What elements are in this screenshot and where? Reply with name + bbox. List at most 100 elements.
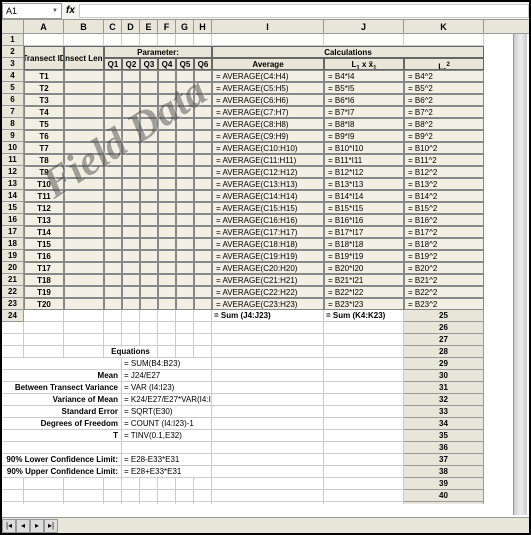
q-cell[interactable] [122,214,140,226]
fx-icon[interactable]: fx [66,5,75,16]
tab-last-icon[interactable]: ▸| [44,519,58,533]
cell[interactable] [212,442,324,454]
cell[interactable] [158,322,176,334]
q-cell[interactable] [158,154,176,166]
chevron-down-icon[interactable]: ▼ [52,8,58,14]
q-cell[interactable] [158,142,176,154]
l2-formula[interactable]: = B18^2 [404,238,484,250]
avg-formula[interactable]: = AVERAGE(C16:H16) [212,214,324,226]
horizontal-scrollbar[interactable] [62,519,513,531]
tab-prev-icon[interactable]: ◂ [16,519,30,533]
cell[interactable] [212,382,324,394]
cell[interactable] [324,358,404,370]
l2-formula[interactable]: = B16^2 [404,214,484,226]
cell[interactable] [64,502,104,504]
q-cell[interactable] [140,142,158,154]
col-head-e[interactable]: E [140,20,158,33]
q-cell[interactable] [122,190,140,202]
q-cell[interactable] [104,298,122,310]
row-head-40[interactable]: 40 [404,490,484,502]
q-cell[interactable] [104,82,122,94]
q-cell[interactable] [158,178,176,190]
cell[interactable] [194,334,212,346]
row-head-14[interactable]: 14 [2,190,24,202]
cell[interactable] [2,490,24,502]
cell[interactable] [140,502,158,504]
row-head-27[interactable]: 27 [404,334,484,346]
l2-formula[interactable]: = B17^2 [404,226,484,238]
l2-formula[interactable]: = B9^2 [404,130,484,142]
q-cell[interactable] [194,82,212,94]
cell[interactable] [122,502,140,504]
q-cell[interactable] [194,130,212,142]
transect-length[interactable] [64,166,104,178]
q-cell[interactable] [122,178,140,190]
lx-formula[interactable]: = B23*I23 [324,298,404,310]
q-cell[interactable] [140,94,158,106]
sheet-area[interactable]: Field Data 12Transect IDTransect LengthP… [2,34,529,504]
row-head-19[interactable]: 19 [2,250,24,262]
cell[interactable] [176,478,194,490]
lx-formula[interactable]: = B16*I16 [324,214,404,226]
q-cell[interactable] [194,70,212,82]
row-head-35[interactable]: 35 [404,430,484,442]
transect-id[interactable]: T13 [24,214,64,226]
cell[interactable] [324,322,404,334]
row-head-18[interactable]: 18 [2,238,24,250]
lx-formula[interactable]: = B7*I7 [324,106,404,118]
cell[interactable] [324,406,404,418]
cell[interactable] [212,454,324,466]
q-cell[interactable] [140,262,158,274]
q-cell[interactable] [140,130,158,142]
q-cell[interactable] [194,94,212,106]
q-cell[interactable] [176,250,194,262]
q-cell[interactable] [194,226,212,238]
q-cell[interactable] [104,190,122,202]
avg-formula[interactable]: = AVERAGE(C5:H5) [212,82,324,94]
q-cell[interactable] [176,178,194,190]
q-cell[interactable] [140,70,158,82]
q-cell[interactable] [104,130,122,142]
transect-length[interactable] [64,214,104,226]
transect-length[interactable] [64,238,104,250]
row-head-36[interactable]: 36 [404,442,484,454]
sum-j[interactable]: = Sum (J4:J23) [212,310,324,322]
transect-id[interactable]: T14 [24,226,64,238]
q-cell[interactable] [122,274,140,286]
lx-formula[interactable]: = B8*I8 [324,118,404,130]
lx-formula[interactable]: = B9*I9 [324,130,404,142]
cell[interactable] [158,310,176,322]
col-head-b[interactable]: B [64,20,104,33]
q-cell[interactable] [104,142,122,154]
l2-formula[interactable]: = B10^2 [404,142,484,154]
l2-formula[interactable]: = B14^2 [404,190,484,202]
q-cell[interactable] [176,130,194,142]
q-cell[interactable] [176,274,194,286]
cell[interactable] [324,442,404,454]
avg-formula[interactable]: = AVERAGE(C4:H4) [212,70,324,82]
tab-first-icon[interactable]: |◂ [2,519,16,533]
cell[interactable] [122,34,140,46]
l2-formula[interactable]: = B12^2 [404,166,484,178]
cell[interactable] [2,322,24,334]
lx-formula[interactable]: = B21*I21 [324,274,404,286]
transect-id[interactable]: T11 [24,190,64,202]
cell[interactable] [64,322,104,334]
q-cell[interactable] [122,166,140,178]
avg-formula[interactable]: = AVERAGE(C7:H7) [212,106,324,118]
q-cell[interactable] [194,286,212,298]
cell[interactable] [176,346,194,358]
cell[interactable] [2,502,24,504]
eq-formula[interactable]: = E28+E33*E31 [122,466,212,478]
cell[interactable] [212,370,324,382]
avg-formula[interactable]: = AVERAGE(C10:H10) [212,142,324,154]
cell[interactable] [212,502,324,504]
row-head-31[interactable]: 31 [404,382,484,394]
transect-length[interactable] [64,286,104,298]
cell[interactable] [104,34,122,46]
q-cell[interactable] [176,226,194,238]
cell[interactable] [24,490,64,502]
q-cell[interactable] [176,286,194,298]
q-cell[interactable] [194,274,212,286]
q-cell[interactable] [194,166,212,178]
